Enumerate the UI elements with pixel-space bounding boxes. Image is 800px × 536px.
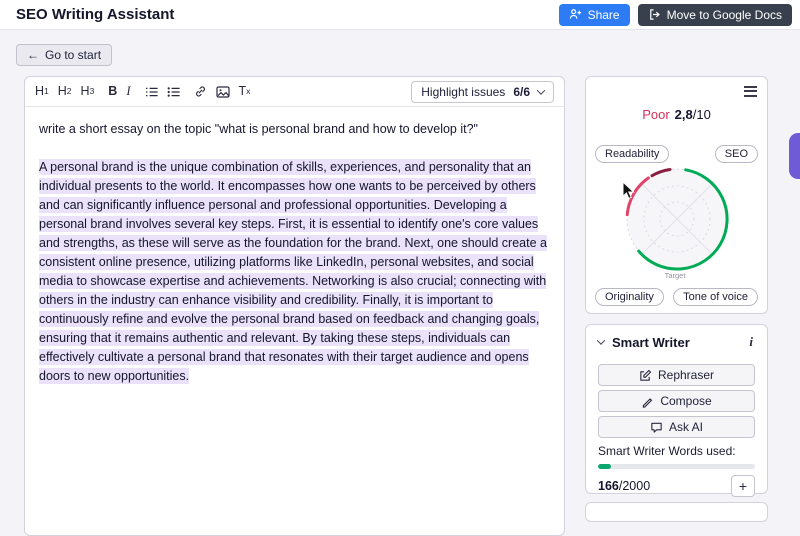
image-button[interactable]: [216, 86, 230, 98]
sidebar-handle[interactable]: [789, 133, 800, 179]
heading2-button[interactable]: H2: [58, 85, 72, 98]
share-button[interactable]: Share: [559, 4, 630, 26]
heading2-sub: 2: [67, 87, 72, 96]
seo-pill[interactable]: SEO: [715, 145, 758, 163]
topbar-actions: Share Move to Google Docs: [559, 4, 792, 26]
link-icon: [194, 85, 207, 98]
add-words-button[interactable]: +: [731, 475, 755, 497]
heading3-label: H: [81, 85, 90, 98]
insert-group: Tx: [194, 85, 251, 98]
score-panel: Poor 2,8/10 Readability SEO Target Origin…: [585, 76, 768, 314]
clear-formatting-sub: x: [246, 87, 250, 96]
back-arrow-icon: ←: [27, 48, 39, 62]
editor-card: H1 H2 H3 B I: [24, 76, 565, 536]
words-counter-row: 166/2000 +: [598, 475, 755, 497]
link-button[interactable]: [194, 85, 207, 98]
clear-formatting-label: T: [239, 85, 247, 98]
numbered-list-button[interactable]: [145, 86, 158, 98]
top-bar: SEO Writing Assistant Share Move to Goog…: [0, 0, 800, 30]
heading1-label: H: [35, 85, 44, 98]
share-button-label: Share: [588, 8, 620, 22]
person-plus-icon: [569, 8, 582, 21]
pen-icon: [641, 395, 654, 408]
originality-pill[interactable]: Originality: [595, 288, 664, 306]
rephraser-button[interactable]: Rephraser: [598, 364, 755, 386]
tone-of-voice-pill[interactable]: Tone of voice: [673, 288, 758, 306]
numbered-list-icon: [145, 86, 158, 98]
heading1-button[interactable]: H1: [35, 85, 49, 98]
readability-pill[interactable]: Readability: [595, 145, 669, 163]
compose-label: Compose: [660, 394, 711, 408]
score-radar-chart: Target: [597, 155, 758, 293]
score-rating: Poor: [642, 107, 669, 122]
pill-row-bottom: Originality Tone of voice: [595, 288, 758, 306]
clear-formatting-button[interactable]: Tx: [239, 85, 251, 98]
menu-icon[interactable]: [744, 86, 757, 99]
heading-group: H1 H2 H3: [35, 85, 94, 98]
words-total-value: /2000: [619, 479, 650, 493]
page-title: SEO Writing Assistant: [16, 6, 174, 23]
ask-ai-button[interactable]: Ask AI: [598, 416, 755, 438]
rephraser-label: Rephraser: [658, 368, 714, 382]
bold-button[interactable]: B: [108, 85, 117, 98]
chat-icon: [650, 421, 663, 434]
words-progress-bar: [598, 464, 755, 469]
editor-toolbar: H1 H2 H3 B I: [25, 77, 564, 107]
go-to-start-label: Go to start: [45, 48, 101, 62]
edit-icon: [639, 369, 652, 382]
chevron-down-icon: [537, 86, 545, 94]
bullet-list-button[interactable]: [167, 86, 180, 98]
compose-button[interactable]: Compose: [598, 390, 755, 412]
words-count: 166/2000: [598, 479, 650, 493]
heading1-sub: 1: [44, 87, 49, 96]
smart-writer-title: Smart Writer: [612, 335, 690, 350]
highlight-issues-label: Highlight issues: [421, 85, 505, 99]
score-summary: Poor 2,8/10: [586, 107, 767, 122]
next-panel: [585, 502, 768, 522]
ask-ai-label: Ask AI: [669, 420, 703, 434]
score-value: 2,8: [675, 107, 693, 122]
list-group: [145, 86, 180, 98]
heading3-sub: 3: [90, 87, 95, 96]
go-to-start-button[interactable]: ← Go to start: [16, 44, 112, 66]
editor-content[interactable]: write a short essay on the topic "what i…: [25, 107, 564, 399]
heading3-button[interactable]: H3: [81, 85, 95, 98]
image-icon: [216, 86, 230, 98]
info-icon[interactable]: i: [747, 334, 755, 350]
pill-row-top: Readability SEO: [595, 145, 758, 163]
move-to-google-docs-button[interactable]: Move to Google Docs: [638, 4, 792, 26]
heading2-label: H: [58, 85, 67, 98]
bullet-list-icon: [167, 86, 180, 98]
words-used-value: 166: [598, 479, 619, 493]
words-used-label: Smart Writer Words used:: [598, 444, 755, 458]
highlight-issues-count: 6/6: [513, 85, 530, 99]
prompt-paragraph: write a short essay on the topic "what i…: [39, 120, 550, 139]
essay-paragraph: A personal brand is the unique combinati…: [39, 158, 550, 386]
highlight-issues-dropdown[interactable]: Highlight issues 6/6: [411, 81, 554, 103]
words-progress-fill: [598, 464, 611, 469]
format-group: B I: [108, 85, 130, 98]
score-denominator: /10: [693, 107, 711, 122]
smart-writer-header: Smart Writer i: [598, 333, 755, 351]
move-to-google-docs-label: Move to Google Docs: [667, 8, 782, 22]
smart-writer-panel: Smart Writer i Rephraser Compose Ask AI …: [585, 324, 768, 494]
target-label: Target: [665, 271, 687, 280]
highlighted-text: A personal brand is the unique combinati…: [39, 159, 547, 384]
collapse-chevron-icon[interactable]: [597, 336, 605, 344]
export-icon: [648, 8, 661, 21]
italic-button[interactable]: I: [126, 85, 130, 98]
